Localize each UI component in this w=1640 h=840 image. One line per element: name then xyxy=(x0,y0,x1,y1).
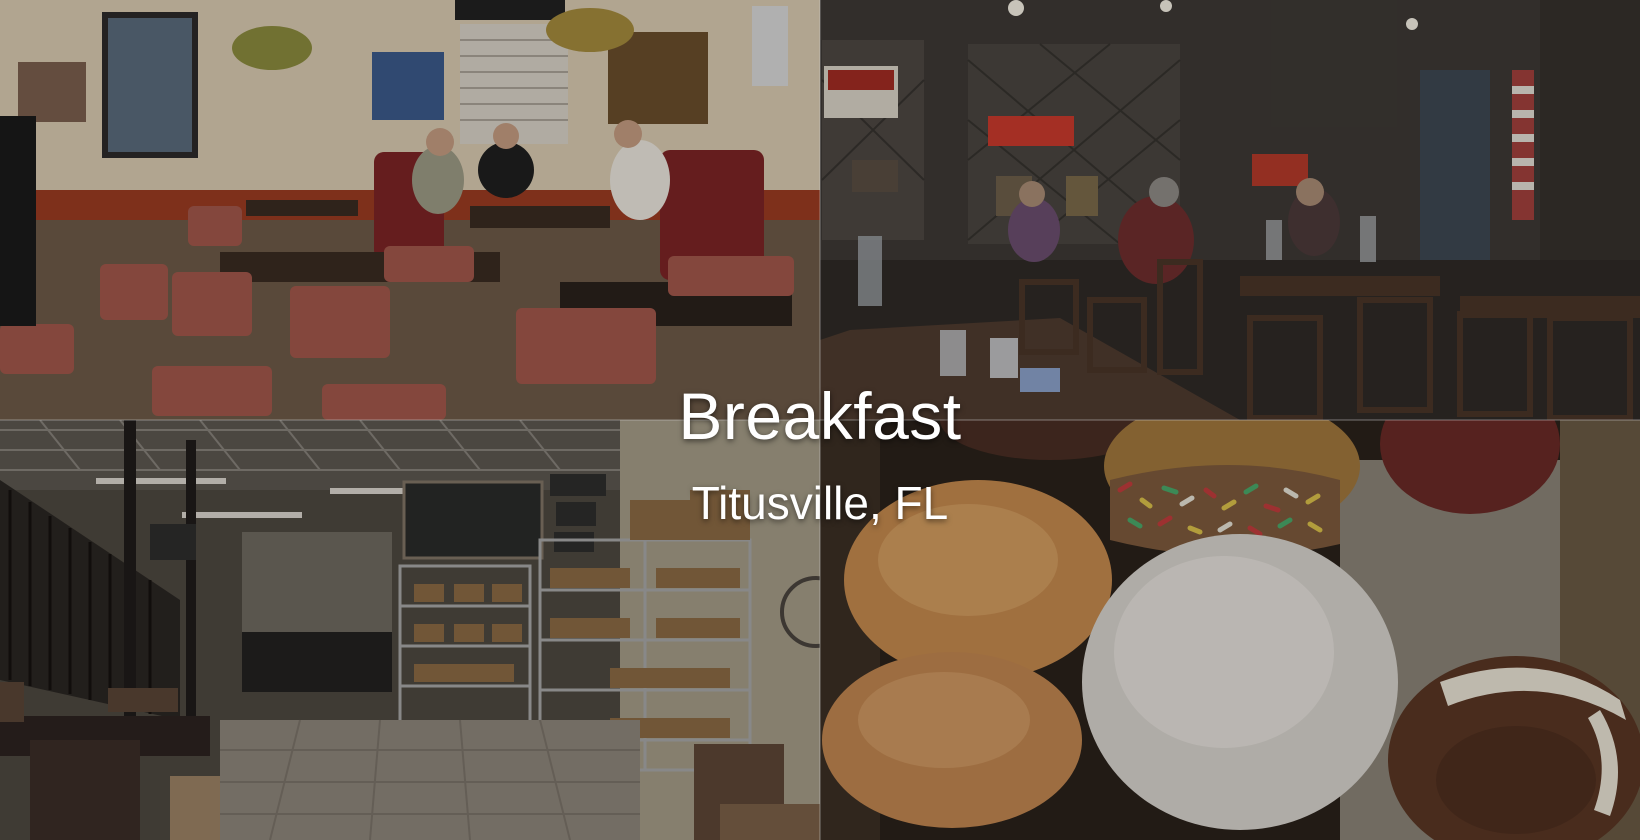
location-subtitle: Titusville, FL xyxy=(691,477,949,529)
photo-diner-booths xyxy=(0,0,820,420)
hero-collage: Breakfast Titusville, FL xyxy=(0,0,1640,840)
photo-country-store-dining xyxy=(820,0,1640,420)
page-title: Breakfast xyxy=(678,379,962,453)
